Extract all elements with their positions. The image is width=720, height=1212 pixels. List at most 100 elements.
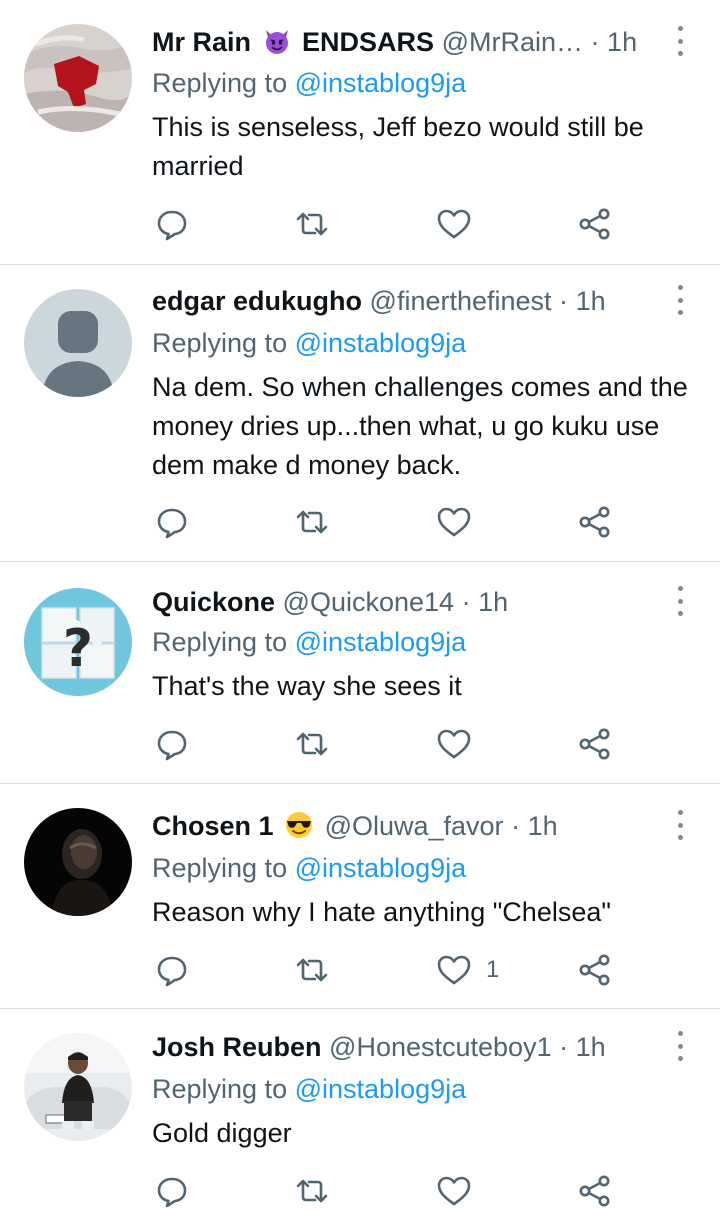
like-button[interactable] (436, 204, 486, 244)
heart-icon (437, 507, 471, 537)
timestamp[interactable]: 1h (607, 27, 637, 57)
separator-dot: · (461, 587, 471, 617)
retweet-button[interactable] (294, 1171, 330, 1211)
reply-button[interactable] (154, 204, 190, 244)
replying-label: Replying to (152, 1074, 288, 1104)
replying-label: Replying to (152, 68, 288, 98)
tweet-text: This is senseless, Jeff bezo would still… (152, 112, 644, 181)
share-button[interactable] (577, 204, 613, 244)
retweet-button[interactable] (294, 204, 330, 244)
retweet-button[interactable] (294, 950, 330, 990)
display-name[interactable]: Josh Reuben (152, 1032, 322, 1062)
share-button[interactable] (577, 502, 613, 542)
replying-to: Replying to @instablog9ja (152, 624, 466, 660)
heart-icon (437, 955, 471, 985)
reply-button[interactable] (154, 1171, 190, 1211)
separator-dot: · (559, 1032, 569, 1062)
more-options-icon[interactable] (668, 285, 692, 315)
timestamp[interactable]: 1h (528, 811, 558, 841)
tweet-text: Reason why I hate anything "Chelsea" (152, 897, 611, 927)
avatar[interactable] (24, 808, 132, 916)
tweet-text: That's the way she sees it (152, 671, 462, 701)
reply-button[interactable] (154, 950, 190, 990)
action-bar (152, 204, 632, 244)
reply-icon (157, 210, 187, 241)
reply-icon (157, 956, 187, 987)
share-button[interactable] (577, 1171, 613, 1211)
share-icon (579, 506, 610, 538)
tweet[interactable]: Mr Rain ENDSARS @MrRain… · 1h Replying t… (0, 0, 720, 264)
action-bar (152, 1171, 632, 1211)
retweet-button[interactable] (294, 724, 330, 764)
separator-dot: · (559, 286, 569, 316)
share-button[interactable] (577, 950, 613, 990)
display-name[interactable]: edgar edukugho (152, 286, 362, 316)
retweet-icon (296, 732, 328, 756)
avatar[interactable] (24, 1033, 132, 1141)
avatar[interactable] (24, 289, 132, 397)
replying-label: Replying to (152, 328, 288, 358)
dark-portrait-avatar-icon (24, 808, 132, 916)
retweet-icon (296, 1179, 328, 1203)
tweet[interactable]: Chosen 1 @Oluwa_favor · 1h Replying to @… (0, 784, 720, 1008)
mention-link[interactable]: @instablog9ja (295, 627, 467, 657)
action-bar (152, 724, 632, 764)
like-button[interactable] (436, 1171, 486, 1211)
action-bar (152, 502, 632, 542)
mention-link[interactable]: @instablog9ja (295, 328, 467, 358)
car-portrait-avatar-icon (24, 1033, 132, 1141)
display-name[interactable]: Chosen 1 (152, 811, 274, 841)
default-avatar-icon (24, 289, 132, 397)
tweet-text: Na dem. So when challenges comes and the… (152, 372, 688, 480)
user-handle[interactable]: @Honestcuteboy1 (329, 1032, 552, 1062)
like-button[interactable] (436, 502, 486, 542)
user-handle[interactable]: @MrRain… (442, 27, 583, 57)
replying-to: Replying to @instablog9ja (152, 65, 466, 101)
display-name-suffix[interactable]: ENDSARS (302, 27, 434, 57)
like-button[interactable] (436, 724, 486, 764)
display-name[interactable]: Mr Rain (152, 27, 251, 57)
svg-text:?: ? (63, 619, 93, 679)
like-button[interactable]: 1 (436, 950, 499, 990)
tweet[interactable]: edgar edukugho @finerthefinest · 1h Repl… (0, 265, 720, 561)
user-handle[interactable]: @Quickone14 (283, 587, 455, 617)
display-name[interactable]: Quickone (152, 587, 275, 617)
more-options-icon[interactable] (668, 26, 692, 56)
more-options-icon[interactable] (668, 1031, 692, 1061)
tweet-header: Quickone @Quickone14 · 1h (152, 584, 672, 620)
reply-icon (157, 1177, 187, 1208)
mention-link[interactable]: @instablog9ja (295, 853, 467, 883)
retweet-icon (296, 958, 328, 982)
timestamp[interactable]: 1h (478, 587, 508, 617)
share-button[interactable] (577, 724, 613, 764)
heart-icon (437, 209, 471, 239)
retweet-button[interactable] (294, 502, 330, 542)
avatar[interactable]: ? (24, 588, 132, 696)
more-options-icon[interactable] (668, 586, 692, 616)
tweet[interactable]: Josh Reuben @Honestcuteboy1 · 1h Replyin… (0, 1009, 720, 1212)
user-handle[interactable]: @Oluwa_favor (325, 811, 504, 841)
tweet-header: edgar edukugho @finerthefinest · 1h (152, 283, 672, 319)
share-icon (579, 728, 610, 760)
more-options-icon[interactable] (668, 810, 692, 840)
mention-link[interactable]: @instablog9ja (295, 68, 467, 98)
tweet[interactable]: ? Quickone @Quickone14 · 1h Replying to … (0, 562, 720, 783)
replying-to: Replying to @instablog9ja (152, 325, 466, 361)
like-count: 1 (486, 956, 500, 983)
reply-icon (157, 730, 187, 761)
separator-dot: · (590, 27, 600, 57)
smiling-imp-emoji-icon (265, 30, 288, 54)
timestamp[interactable]: 1h (576, 1032, 606, 1062)
mention-link[interactable]: @instablog9ja (295, 1074, 467, 1104)
tweet-text: Gold digger (152, 1118, 292, 1148)
reply-button[interactable] (154, 502, 190, 542)
share-icon (579, 1175, 610, 1207)
reply-button[interactable] (154, 724, 190, 764)
user-handle[interactable]: @finerthefinest (370, 286, 552, 316)
action-bar: 1 (152, 950, 632, 990)
reply-icon (157, 508, 187, 539)
heart-icon (437, 1176, 471, 1206)
tweet-header: Chosen 1 @Oluwa_favor · 1h (152, 808, 672, 844)
avatar[interactable] (24, 24, 132, 132)
timestamp[interactable]: 1h (576, 286, 606, 316)
